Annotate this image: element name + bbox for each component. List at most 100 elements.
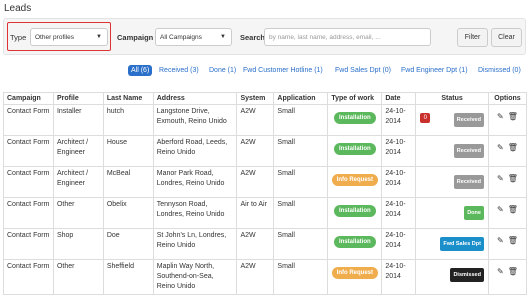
col-last-name[interactable]: Last Name	[102, 92, 154, 105]
status-badge: Received	[453, 144, 484, 158]
edit-icon[interactable]: ✎	[497, 112, 504, 121]
cell-address: Langstone Drive, Exmouth, Reino Unido	[152, 104, 238, 136]
tab-received[interactable]: Received (3)	[159, 67, 199, 74]
status-badge: Done	[464, 206, 484, 220]
col-date[interactable]: Date	[381, 92, 417, 105]
cell-last-name: House	[102, 135, 154, 167]
work-type-badge: Info Request	[331, 174, 378, 186]
cell-date: 24-10-2014	[381, 197, 417, 229]
cell-status: Received	[415, 166, 489, 198]
table-row[interactable]: Contact Form Installer hutch Langstone Driv…	[3, 104, 528, 136]
leads-table: Campaign Profile Last Name Address Syste…	[3, 92, 528, 295]
cell-options: ✎ 🗑	[487, 104, 528, 136]
cell-date: 24-10-2014	[381, 166, 417, 198]
cell-type-of-work: Installation	[327, 197, 383, 229]
edit-icon[interactable]: ✎	[497, 205, 504, 214]
col-profile[interactable]: Profile	[52, 92, 104, 105]
campaign-select[interactable]: All Campaigns ▼	[155, 28, 232, 46]
trash-icon[interactable]: 🗑	[508, 205, 518, 214]
cell-campaign: Contact Form	[3, 259, 54, 295]
cell-address: St John's Ln, Londres, Reino Unido	[152, 228, 238, 260]
cell-status: Received	[415, 135, 489, 167]
cell-options: ✎ 🗑	[487, 259, 528, 295]
col-address[interactable]: Address	[152, 92, 238, 105]
cell-address: Tennyson Road, Londres, Reino Unido	[152, 197, 238, 229]
clear-button[interactable]: Clear	[491, 28, 522, 47]
cell-last-name: Sheffield	[102, 259, 154, 295]
tab-fwd-engineer-dpt[interactable]: Fwd Engineer Dpt (1)	[401, 67, 468, 74]
cell-campaign: Contact Form	[3, 104, 54, 136]
cell-type-of-work: Installation	[327, 228, 383, 260]
cell-last-name: Doe	[102, 228, 154, 260]
filter-bar: Type Other profiles ▼ Campaign All Campa…	[3, 18, 526, 55]
cell-campaign: Contact Form	[3, 197, 54, 229]
col-status[interactable]: Status	[415, 92, 489, 105]
trash-icon[interactable]: 🗑	[508, 267, 518, 276]
cell-campaign: Contact Form	[3, 228, 54, 260]
cell-application: Small	[273, 104, 329, 136]
table-row[interactable]: Contact Form Other Sheffield Maplin Way Nor…	[3, 259, 528, 295]
trash-icon[interactable]: 🗑	[508, 174, 518, 183]
campaign-label: Campaign	[117, 33, 154, 42]
cell-system: A2W	[236, 228, 275, 260]
col-type-of-work[interactable]: Type of work	[327, 92, 383, 105]
campaign-select-value: All Campaigns	[160, 34, 202, 41]
cell-status: 0 Received	[415, 104, 489, 136]
status-badge: Fwd Sales Dpt	[440, 237, 484, 251]
tab-fwd-customer-hotline[interactable]: Fwd Customer Hotline (1)	[243, 67, 323, 74]
cell-application: Small	[273, 166, 329, 198]
alert-badge[interactable]: 0	[420, 113, 431, 123]
work-type-badge: Installation	[334, 205, 376, 217]
edit-icon[interactable]: ✎	[497, 267, 504, 276]
cell-application: Small	[273, 259, 329, 295]
edit-icon[interactable]: ✎	[497, 236, 504, 245]
table-row[interactable]: Contact Form Architect / Engineer House Abe…	[3, 135, 528, 167]
col-system[interactable]: System	[236, 92, 275, 105]
cell-date: 24-10-2014	[381, 259, 417, 295]
cell-profile: Installer	[52, 104, 104, 136]
cell-date: 24-10-2014	[381, 104, 417, 136]
work-type-badge: Installation	[334, 143, 376, 155]
cell-profile: Architect / Engineer	[52, 166, 104, 198]
search-input[interactable]: by name, last name, address, email, ...	[264, 28, 431, 46]
status-badge: Received	[453, 113, 484, 127]
work-type-badge: Info Request	[331, 267, 378, 279]
tab-done[interactable]: Done (1)	[209, 67, 236, 74]
trash-icon[interactable]: 🗑	[508, 236, 518, 245]
cell-address: Aberford Road, Leeds, Reino Unido	[152, 135, 238, 167]
table-row[interactable]: Contact Form Shop Doe St John's Ln, Londres…	[3, 228, 528, 260]
status-badge: Received	[453, 175, 484, 189]
cell-campaign: Contact Form	[3, 135, 54, 167]
col-campaign[interactable]: Campaign	[3, 92, 54, 105]
cell-type-of-work: Info Request	[327, 166, 383, 198]
caret-down-icon: ▼	[220, 34, 226, 40]
cell-last-name: McBeal	[102, 166, 154, 198]
table-row[interactable]: Contact Form Other Obelix Tennyson Road, Lo…	[3, 197, 528, 229]
tab-dismissed[interactable]: Dismissed (0)	[478, 67, 521, 74]
edit-icon[interactable]: ✎	[497, 174, 504, 183]
cell-options: ✎ 🗑	[487, 228, 528, 260]
cell-system: A2W	[236, 166, 275, 198]
cell-status: Done	[415, 197, 489, 229]
trash-icon[interactable]: 🗑	[508, 143, 518, 152]
edit-icon[interactable]: ✎	[497, 143, 504, 152]
tab-all[interactable]: All (6)	[128, 65, 153, 76]
work-type-badge: Installation	[334, 112, 376, 124]
table-row[interactable]: Contact Form Architect / Engineer McBeal Ma…	[3, 166, 528, 198]
cell-application: Small	[273, 135, 329, 167]
cell-application: Small	[273, 197, 329, 229]
cell-profile: Other	[52, 259, 104, 295]
tab-fwd-sales-dpt[interactable]: Fwd Sales Dpt (0)	[335, 67, 391, 74]
cell-type-of-work: Installation	[327, 135, 383, 167]
col-application[interactable]: Application	[273, 92, 329, 105]
work-type-badge: Installation	[334, 236, 376, 248]
cell-options: ✎ 🗑	[487, 166, 528, 198]
filter-button[interactable]: Filter	[457, 28, 488, 47]
status-tabs: All (6) Received (3) Done (1) Fwd Custom…	[128, 65, 526, 79]
cell-type-of-work: Installation	[327, 104, 383, 136]
cell-last-name: hutch	[102, 104, 154, 136]
cell-options: ✎ 🗑	[487, 135, 528, 167]
cell-last-name: Obelix	[102, 197, 154, 229]
cell-profile: Other	[52, 197, 104, 229]
trash-icon[interactable]: 🗑	[508, 112, 518, 121]
